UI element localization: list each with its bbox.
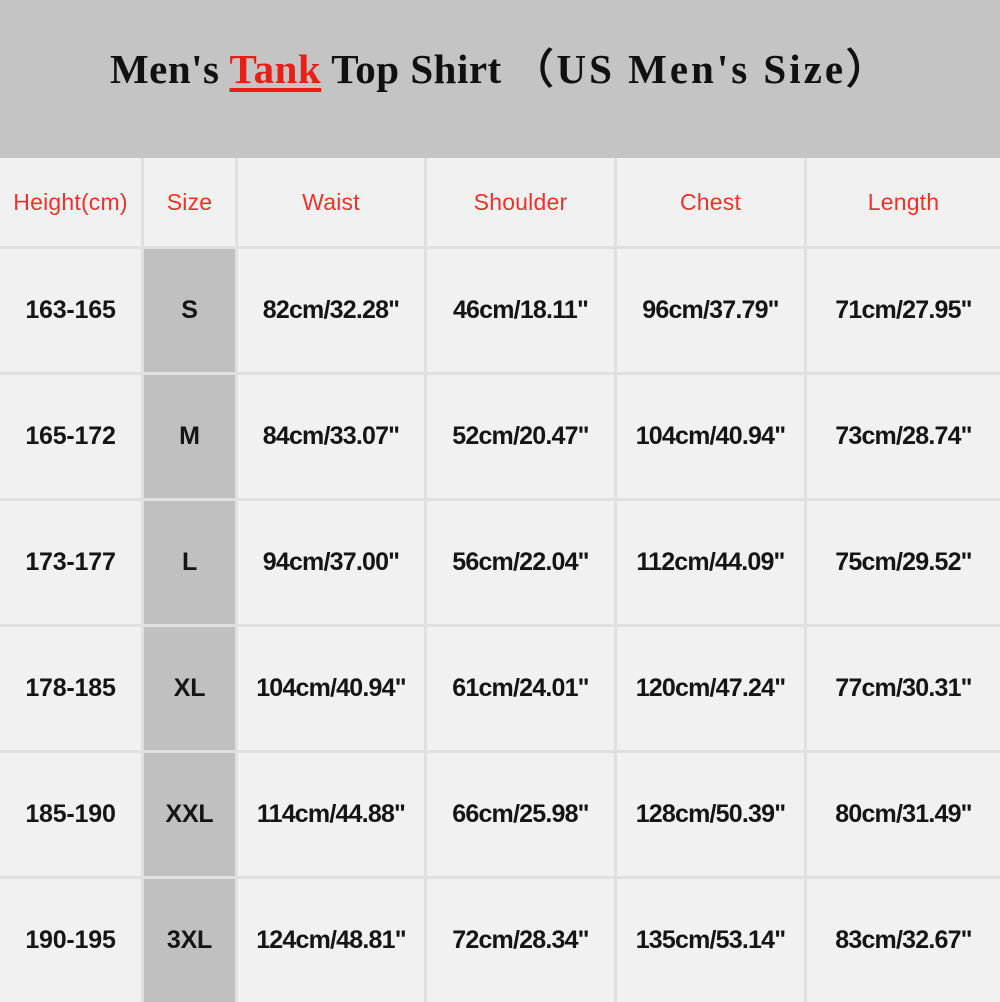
- column-header-size: Size: [144, 158, 238, 249]
- cell-size: M: [144, 375, 238, 501]
- cell-waist: 82cm/32.28": [238, 249, 427, 375]
- cell-size: S: [144, 249, 238, 375]
- table-row: 178-185 XL 104cm/40.94" 61cm/24.01" 120c…: [0, 627, 1000, 753]
- column-header-length: Length: [807, 158, 1000, 249]
- cell-height: 173-177: [0, 501, 144, 627]
- cell-shoulder: 52cm/20.47": [427, 375, 617, 501]
- cell-shoulder: 46cm/18.11": [427, 249, 617, 375]
- cell-waist: 114cm/44.88": [238, 753, 427, 879]
- cell-height: 163-165: [0, 249, 144, 375]
- cell-chest: 120cm/47.24": [617, 627, 807, 753]
- cell-length: 83cm/32.67": [807, 879, 1000, 1002]
- column-header-waist: Waist: [238, 158, 427, 249]
- column-header-chest: Chest: [617, 158, 807, 249]
- cell-length: 75cm/29.52": [807, 501, 1000, 627]
- table-row: 190-195 3XL 124cm/48.81" 72cm/28.34" 135…: [0, 879, 1000, 1002]
- cell-waist: 104cm/40.94": [238, 627, 427, 753]
- page-title: Men's Tank Top Shirt （US Men's Size）: [110, 35, 890, 95]
- title-suffix: （US Men's Size）: [512, 46, 891, 92]
- cell-chest: 128cm/50.39": [617, 753, 807, 879]
- cell-shoulder: 61cm/24.01": [427, 627, 617, 753]
- title-middle: Top Shirt: [321, 46, 513, 92]
- cell-waist: 124cm/48.81": [238, 879, 427, 1002]
- size-chart-root: Men's Tank Top Shirt （US Men's Size） Hei…: [0, 0, 1000, 1002]
- table-row: 185-190 XXL 114cm/44.88" 66cm/25.98" 128…: [0, 753, 1000, 879]
- table-row: 165-172 M 84cm/33.07" 52cm/20.47" 104cm/…: [0, 375, 1000, 501]
- cell-chest: 135cm/53.14": [617, 879, 807, 1002]
- size-table: Height(cm) Size Waist Shoulder Chest Len…: [0, 158, 1000, 1002]
- cell-length: 71cm/27.95": [807, 249, 1000, 375]
- cell-waist: 94cm/37.00": [238, 501, 427, 627]
- cell-size: XL: [144, 627, 238, 753]
- cell-size: 3XL: [144, 879, 238, 1002]
- cell-height: 190-195: [0, 879, 144, 1002]
- cell-size: XXL: [144, 753, 238, 879]
- cell-waist: 84cm/33.07": [238, 375, 427, 501]
- title-highlight-word: Tank: [229, 46, 322, 92]
- header-row: Height(cm) Size Waist Shoulder Chest Len…: [0, 158, 1000, 249]
- cell-height: 185-190: [0, 753, 144, 879]
- table-body: 163-165 S 82cm/32.28" 46cm/18.11" 96cm/3…: [0, 249, 1000, 1002]
- cell-length: 77cm/30.31": [807, 627, 1000, 753]
- cell-height: 178-185: [0, 627, 144, 753]
- cell-shoulder: 56cm/22.04": [427, 501, 617, 627]
- table-row: 163-165 S 82cm/32.28" 46cm/18.11" 96cm/3…: [0, 249, 1000, 375]
- column-header-height: Height(cm): [0, 158, 144, 249]
- column-header-shoulder: Shoulder: [427, 158, 617, 249]
- cell-shoulder: 72cm/28.34": [427, 879, 617, 1002]
- table-header: Height(cm) Size Waist Shoulder Chest Len…: [0, 158, 1000, 249]
- cell-chest: 112cm/44.09": [617, 501, 807, 627]
- cell-size: L: [144, 501, 238, 627]
- cell-chest: 104cm/40.94": [617, 375, 807, 501]
- title-band: Men's Tank Top Shirt （US Men's Size）: [0, 0, 1000, 158]
- title-prefix: Men's: [109, 46, 230, 92]
- cell-chest: 96cm/37.79": [617, 249, 807, 375]
- table-row: 173-177 L 94cm/37.00" 56cm/22.04" 112cm/…: [0, 501, 1000, 627]
- cell-shoulder: 66cm/25.98": [427, 753, 617, 879]
- cell-height: 165-172: [0, 375, 144, 501]
- cell-length: 73cm/28.74": [807, 375, 1000, 501]
- cell-length: 80cm/31.49": [807, 753, 1000, 879]
